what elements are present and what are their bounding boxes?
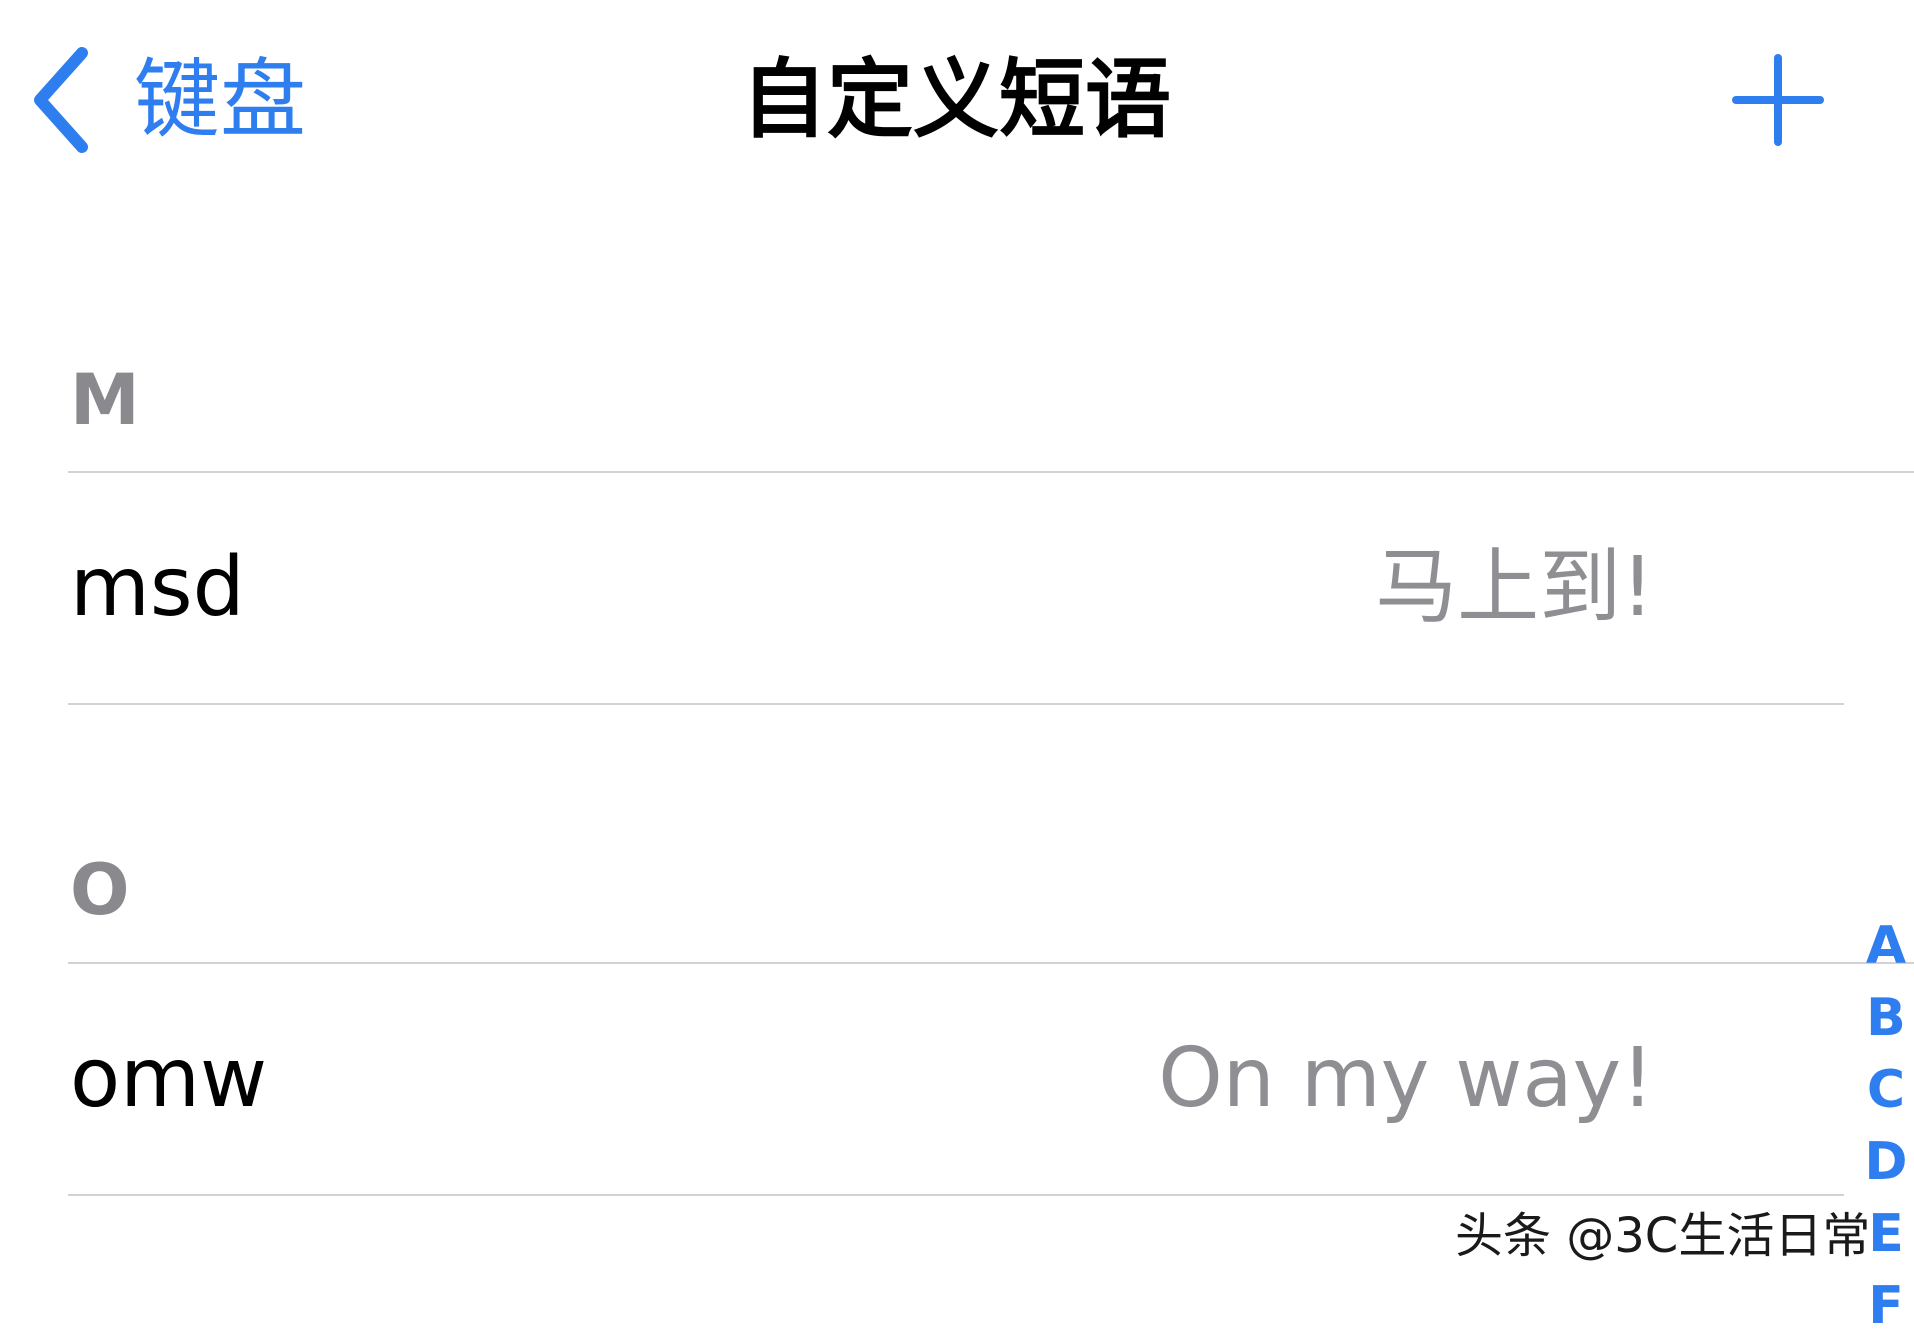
row-shortcut: msd	[70, 540, 245, 635]
section-index-letter-f[interactable]: F	[1862, 1270, 1910, 1342]
chevron-left-icon	[34, 47, 88, 153]
section-header-m: M	[70, 359, 140, 441]
section-index-letter-b[interactable]: B	[1862, 982, 1910, 1054]
back-button[interactable]: 键盘	[28, 40, 306, 160]
section-header-o: O	[70, 849, 130, 931]
row-phrase: 马上到!	[1375, 540, 1654, 635]
watermark: 头条 @3C生活日常	[1455, 1208, 1871, 1264]
phrase-row-msd[interactable]: msd 马上到!	[0, 473, 1846, 703]
section-index-letter-a[interactable]: A	[1862, 910, 1910, 982]
row-phrase: On my way!	[1158, 1031, 1654, 1126]
page-title: 自定义短语	[741, 50, 1171, 150]
row-separator	[68, 1194, 1844, 1196]
add-phrase-button[interactable]	[1730, 52, 1826, 148]
section-index[interactable]: A B C D E F	[1862, 910, 1910, 1342]
section-index-letter-d[interactable]: D	[1862, 1126, 1910, 1198]
plus-icon	[1732, 54, 1824, 146]
navigation-bar: 键盘 自定义短语	[0, 0, 1914, 200]
back-button-label: 键盘	[134, 50, 306, 150]
row-shortcut: omw	[70, 1031, 268, 1126]
phrase-row-omw[interactable]: omw On my way!	[0, 964, 1846, 1194]
row-separator	[68, 703, 1844, 705]
section-index-letter-c[interactable]: C	[1862, 1054, 1910, 1126]
